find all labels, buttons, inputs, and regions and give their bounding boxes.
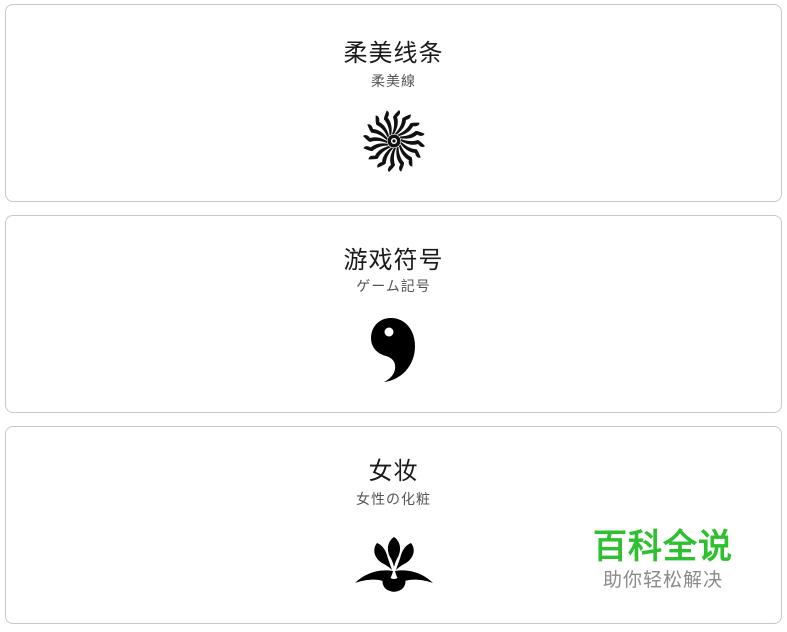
card-subtitle: 女性の化粧 — [356, 492, 431, 508]
iris-flower-icon — [353, 533, 435, 597]
watermark-slogan: 助你轻松解决 — [602, 569, 723, 591]
watermark-title: 百科全说 — [593, 527, 733, 567]
sunburst-flower-icon — [362, 109, 426, 177]
card-title: 女妆 — [368, 457, 419, 485]
comma-symbol-icon — [369, 316, 419, 388]
card-female-makeup[interactable]: 女妆 女性の化粧 — [5, 426, 782, 624]
watermark-logo: 百科全说 助你轻松解决 — [588, 527, 738, 593]
card-title: 柔美线条 — [343, 39, 444, 67]
card-title: 游戏符号 — [343, 246, 444, 274]
card-soft-lines[interactable]: 柔美线条 柔美線 — [5, 4, 782, 202]
card-subtitle: 柔美線 — [371, 74, 416, 90]
card-game-symbols[interactable]: 游戏符号 ゲーム記号 — [5, 215, 782, 413]
card-subtitle: ゲーム記号 — [356, 279, 431, 295]
